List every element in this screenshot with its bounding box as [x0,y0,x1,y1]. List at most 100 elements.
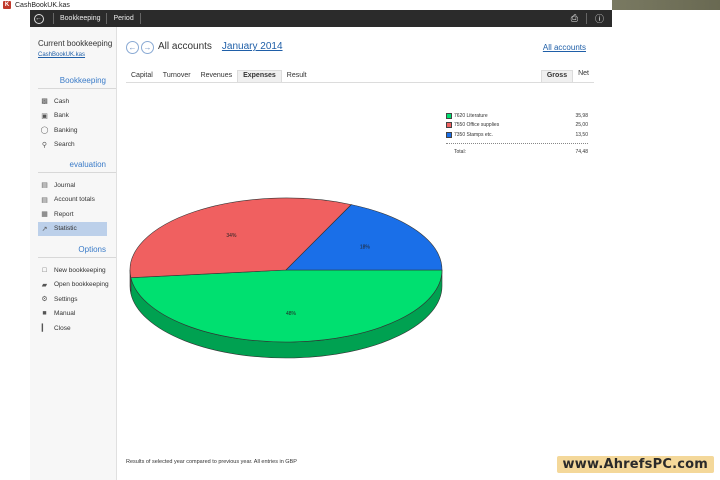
cash-register-icon: ▩ [41,98,48,106]
legend-row: 7350 Stamps etc. 13,50 [446,130,588,140]
gross-net-tabs: Gross Net [540,70,594,82]
sidebar-item-label: Cash [54,97,70,105]
tab-turnover[interactable]: Turnover [158,72,196,82]
menubar-actions: ⎙ ⓘ [571,12,612,25]
back-arrow-icon: ← [33,13,44,24]
tab-gross[interactable]: Gross [540,70,574,82]
sidebar: Current bookkeeping CashBookUK.kas Bookk… [30,27,117,480]
sidebar-item-label: Report [54,210,74,218]
tab-result[interactable]: Result [282,72,312,82]
legend-swatch-stamps [446,131,452,138]
sidebar-item-manual[interactable]: ■ Manual [38,307,116,322]
sidebar-item-label: Bank [54,112,69,120]
sidebar-item-label: Search [54,141,75,149]
sidebar-item-label: Account totals [54,196,95,204]
sidebar-item-cash[interactable]: ▩ Cash [38,94,116,109]
legend-value: 25,00 [575,122,588,129]
sidebar-item-report[interactable]: ▦ Report [38,207,116,222]
pie-slice-label-1: 34% [226,233,237,239]
sidebar-item-account-totals[interactable]: ▤ Account totals [38,193,116,208]
sidebar-item-label: Close [54,324,71,332]
sidebar-item-banking[interactable]: ◯ Banking [38,123,116,138]
sidebar-item-bank[interactable]: ▣ Bank [38,109,116,124]
pie-top [129,197,443,343]
tab-capital[interactable]: Capital [126,72,158,82]
chart-legend: 7620 Literature 35,98 7550 Office suppli… [446,111,588,157]
sidebar-item-statistic[interactable]: ↗ Statistic [38,221,107,236]
back-button[interactable]: ← [30,10,47,27]
tab-expenses[interactable]: Expenses [237,70,282,82]
page-title: All accounts [158,41,212,52]
section-bookkeeping: Bookkeeping [38,76,116,89]
legend-value: 35,98 [575,112,588,119]
menu-separator [585,13,587,24]
pie-slice-label-0: 48% [286,311,297,317]
legend-value: 13,50 [575,131,588,138]
sidebar-item-open-bookkeeping[interactable]: ▰ Open bookkeeping [38,278,116,293]
statistic-icon: ↗ [41,225,48,233]
journal-icon: ▤ [41,182,48,190]
sidebar-item-new-bookkeeping[interactable]: □ New bookkeeping [38,263,116,278]
left-margin [0,27,30,480]
info-icon[interactable]: ⓘ [595,12,604,25]
legend-total-value: 74,48 [575,149,588,156]
legend-swatch-literature [446,112,452,119]
menu-period[interactable]: Period [113,15,133,22]
section-evaluation: evaluation [38,160,116,173]
legend-divider [446,142,588,144]
sidebar-item-close[interactable]: ▎ Close [38,321,116,336]
bank-icon: ▣ [41,112,48,120]
sidebar-item-label: Statistic [54,225,77,233]
globe-icon: ◯ [40,127,49,135]
search-icon: ⚲ [41,141,48,149]
sidebar-item-settings[interactable]: ⚙ Settings [38,292,116,307]
menu-separator [53,13,54,24]
legend-row: 7550 Office supplies 25,00 [446,121,588,131]
menu-separator [106,13,108,24]
next-period-button[interactable]: → [141,41,154,54]
sidebar-item-search[interactable]: ⚲ Search [38,138,116,153]
legend-label: 7620 Literature [454,112,488,119]
legend-swatch-office-supplies [446,122,452,129]
sidebar-item-label: Journal [54,181,76,189]
sidebar-item-label: Manual [54,310,76,318]
new-file-icon: □ [42,266,47,274]
menubar: ← Bookkeeping Period ⎙ ⓘ [30,10,612,27]
sidebar-item-journal[interactable]: ▤ Journal [38,178,116,193]
menu-separator [139,13,141,24]
close-door-icon: ▎ [41,325,48,333]
legend-label: 7550 Office supplies [454,122,500,129]
menu-bookkeeping[interactable]: Bookkeeping [60,15,100,22]
account-totals-icon: ▤ [41,196,48,204]
legend-total-row: Total: 74,48 [446,148,588,158]
tab-bar: Capital Turnover Revenues Expenses Resul… [126,69,594,83]
period-link[interactable]: January 2014 [222,41,283,52]
footer-note: Results of selected year compared to pre… [126,459,297,465]
sidebar-item-label: Banking [54,126,78,134]
book-icon: ■ [42,310,47,318]
sidebar-item-label: Settings [54,295,78,303]
current-bookkeeping-title: Current bookkeeping [38,39,113,48]
title-row: All accounts January 2014 [158,41,283,52]
report-icon: ▦ [41,211,48,219]
legend-label: 7350 Stamps etc. [454,131,493,138]
window-titlebar: K CashBookUK.kas [0,0,612,10]
sidebar-item-label: New bookkeeping [54,266,106,274]
gear-icon: ⚙ [41,296,48,304]
watermark: www.AhrefsPC.com [556,456,714,473]
section-options: Options [38,245,116,258]
previous-period-button[interactable]: ← [126,41,139,54]
legend-row: 7620 Literature 35,98 [446,111,588,121]
tab-net[interactable]: Net [573,70,594,82]
pie-slice-label-2: 18% [360,245,371,251]
window-title: CashBookUK.kas [15,1,70,9]
sidebar-item-label: Open bookkeeping [54,281,109,289]
legend-total-label: Total: [454,149,466,156]
main-content: ← → All accounts January 2014 All accoun… [118,27,598,480]
all-accounts-link[interactable]: All accounts [543,43,586,52]
tab-revenues[interactable]: Revenues [196,72,238,82]
open-folder-icon: ▰ [41,281,48,289]
app-icon: K [3,1,11,9]
pie-chart: 48% 34% 18% [129,197,443,359]
print-icon[interactable]: ⎙ [571,13,578,24]
